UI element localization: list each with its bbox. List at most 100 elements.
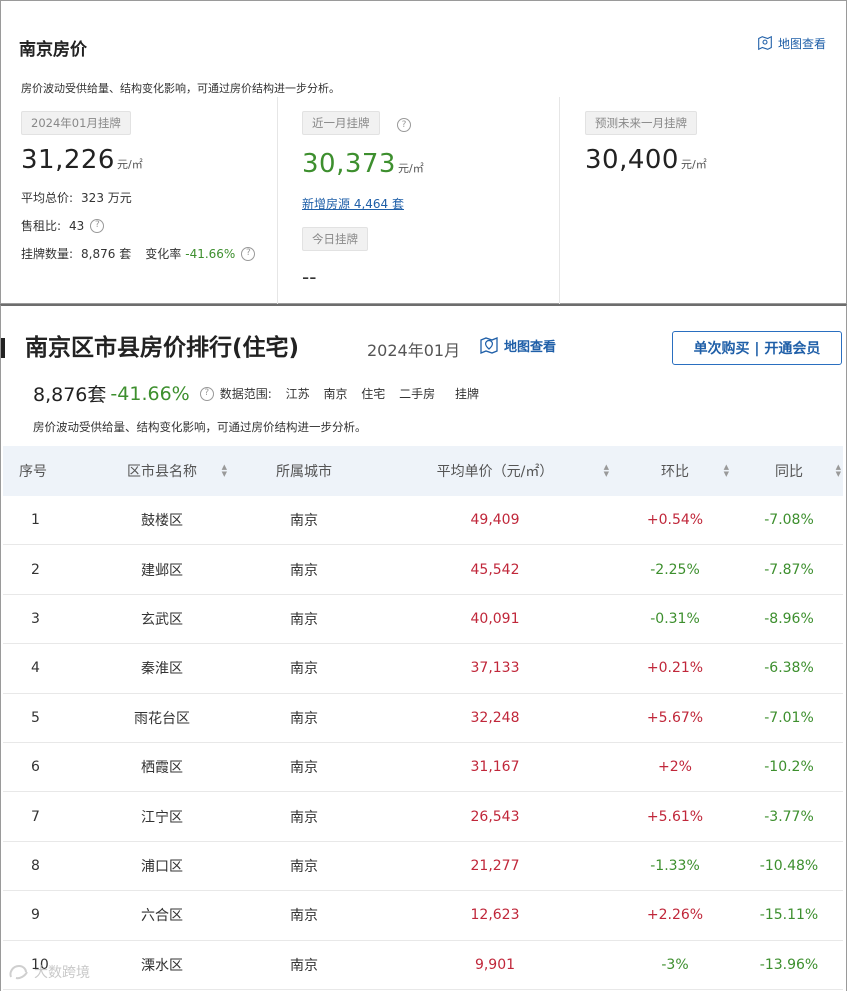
current-listing-column: 2024年01月挂牌 31,226 元/㎡ 平均总价: 323 万元 售租比: 4… bbox=[1, 97, 277, 304]
table-row[interactable]: 1 鼓楼区 南京 49,409 +0.54% -7.08% bbox=[3, 496, 843, 546]
row-district: 鼓楼区 bbox=[141, 513, 183, 530]
district-ranking-panel: 南京区市县房价排行(住宅) 2024年01月 地图查看 单次购买 | 开通会员 … bbox=[0, 304, 847, 991]
watermark: 大数跨境 bbox=[8, 962, 90, 982]
row-price: 32,248 bbox=[470, 709, 520, 726]
data-range-label: 数据范围: bbox=[219, 387, 272, 401]
row-price: 12,623 bbox=[470, 907, 520, 924]
header-yoy-label: 同比 bbox=[775, 464, 803, 480]
sort-icon[interactable]: ▲ ▼ bbox=[836, 464, 841, 478]
ranking-map-link[interactable]: 地图查看 bbox=[479, 335, 556, 355]
map-view-link[interactable]: 地图查看 bbox=[756, 34, 826, 52]
forecast-price-value: 30,400 bbox=[585, 145, 679, 175]
header-district[interactable]: 区市县名称 ▲ ▼ bbox=[91, 461, 233, 481]
sort-icon[interactable]: ▲ ▼ bbox=[724, 464, 729, 478]
change-label: 变化率 bbox=[145, 247, 182, 261]
header-price[interactable]: 平均单价（元/㎡） ▲ ▼ bbox=[375, 461, 615, 481]
table-row[interactable]: 8 浦口区 南京 21,277 -1.33% -10.48% bbox=[3, 842, 843, 892]
row-yoy: -7.01% bbox=[764, 709, 814, 726]
ranking-stats: 8,876套 -41.66% ? 数据范围: 江苏 南京 住宅 二手房 挂牌 bbox=[33, 380, 479, 407]
forecast-tag: 预测未来一月挂牌 bbox=[585, 111, 697, 135]
row-city: 南京 bbox=[290, 908, 318, 925]
header-mom-label: 环比 bbox=[661, 464, 689, 480]
row-price: 21,277 bbox=[470, 857, 520, 874]
total-count: 8,876套 bbox=[33, 384, 107, 406]
avg-total-label: 平均总价: bbox=[21, 191, 74, 205]
ranking-table: 序号 区市县名称 ▲ ▼ 所属城市 平均单价（元/㎡） ▲ ▼ 环比 ▲ ▼ 同比 ▲… bbox=[3, 446, 843, 990]
rent-ratio: 售租比: 43 ? bbox=[21, 217, 105, 234]
header-index: 序号 bbox=[19, 464, 47, 480]
map-view-label: 地图查看 bbox=[777, 36, 826, 51]
row-price: 31,167 bbox=[470, 759, 520, 776]
row-district: 雨花台区 bbox=[134, 710, 190, 727]
panel-title: 南京房价 bbox=[19, 40, 87, 60]
row-yoy: -10.48% bbox=[759, 857, 819, 874]
range-item: 住宅 bbox=[361, 387, 386, 401]
watermark-text: 大数跨境 bbox=[34, 965, 90, 981]
help-icon[interactable]: ? bbox=[241, 246, 256, 261]
price-unit: 元/㎡ bbox=[116, 158, 143, 171]
listing-label: 挂牌数量: bbox=[21, 247, 74, 261]
row-yoy: -7.87% bbox=[764, 561, 814, 578]
header-yoy[interactable]: 同比 ▲ ▼ bbox=[735, 461, 843, 481]
change-value: -41.66% bbox=[185, 246, 236, 261]
table-row[interactable]: 7 江宁区 南京 26,543 +5.61% -3.77% bbox=[3, 792, 843, 842]
panel-description: 房价波动受供给量、结构变化影响，可通过房价结构进一步分析。 bbox=[21, 82, 340, 95]
table-row[interactable]: 6 栖霞区 南京 31,167 +2% -10.2% bbox=[3, 743, 843, 793]
new-listings-link[interactable]: 新增房源 4,464 套 bbox=[302, 195, 404, 212]
table-row[interactable]: 10 溧水区 南京 9,901 -3% -13.96% bbox=[3, 941, 843, 990]
row-price: 49,409 bbox=[470, 512, 520, 529]
help-icon[interactable]: ? bbox=[397, 118, 411, 132]
buy-membership-button[interactable]: 单次购买 | 开通会员 bbox=[672, 331, 842, 365]
help-icon[interactable]: ? bbox=[90, 218, 105, 233]
row-price: 37,133 bbox=[470, 660, 520, 677]
sort-icon[interactable]: ▲ ▼ bbox=[222, 464, 227, 478]
ranking-description: 房价波动受供给量、结构变化影响，可通过房价结构进一步分析。 bbox=[33, 420, 367, 434]
row-yoy: -6.38% bbox=[764, 660, 814, 677]
row-city: 南京 bbox=[290, 760, 318, 777]
header-mom[interactable]: 环比 ▲ ▼ bbox=[615, 461, 735, 481]
today-listing-value: -- bbox=[302, 265, 317, 289]
row-city: 南京 bbox=[290, 611, 318, 628]
row-district: 溧水区 bbox=[141, 957, 183, 974]
row-district: 江宁区 bbox=[141, 809, 183, 826]
range-item: 二手房 bbox=[399, 387, 436, 401]
rent-ratio-value: 43 bbox=[69, 218, 85, 233]
avg-total-value: 323 万元 bbox=[81, 191, 132, 205]
row-yoy: -15.11% bbox=[759, 907, 819, 924]
map-pin-icon bbox=[758, 35, 772, 51]
row-city: 南京 bbox=[290, 858, 318, 875]
row-index: 6 bbox=[31, 759, 40, 776]
row-district: 玄武区 bbox=[141, 611, 183, 628]
row-mom: +5.67% bbox=[646, 709, 704, 726]
table-row[interactable]: 5 雨花台区 南京 32,248 +5.67% -7.01% bbox=[3, 694, 843, 743]
row-mom: -0.31% bbox=[650, 610, 700, 627]
recent-month-tag: 近一月挂牌 bbox=[302, 111, 380, 135]
watermark-logo-icon bbox=[9, 964, 28, 980]
sort-icon[interactable]: ▲ ▼ bbox=[604, 464, 609, 478]
table-row[interactable]: 2 建邺区 南京 45,542 -2.25% -7.87% bbox=[3, 545, 843, 595]
row-index: 1 bbox=[31, 512, 40, 529]
table-row[interactable]: 4 秦淮区 南京 37,133 +0.21% -6.38% bbox=[3, 644, 843, 694]
listing-count: 挂牌数量: 8,876 套 变化率 -41.66% ? bbox=[21, 245, 256, 262]
row-district: 建邺区 bbox=[141, 562, 183, 579]
row-mom: +2.26% bbox=[646, 907, 704, 924]
period-tag: 2024年01月挂牌 bbox=[21, 111, 131, 135]
data-range: 数据范围: 江苏 南京 住宅 二手房 挂牌 bbox=[220, 385, 479, 402]
row-yoy: -10.2% bbox=[764, 759, 814, 776]
row-mom: -2.25% bbox=[650, 561, 700, 578]
row-yoy: -8.96% bbox=[764, 610, 814, 627]
forecast-column: 预测未来一月挂牌 30,400 元/㎡ bbox=[559, 97, 846, 304]
row-city: 南京 bbox=[290, 562, 318, 579]
table-row[interactable]: 9 六合区 南京 12,623 +2.26% -15.11% bbox=[3, 891, 843, 941]
row-index: 3 bbox=[31, 610, 40, 627]
table-body: 1 鼓楼区 南京 49,409 +0.54% -7.08% 2 建邺区 南京 45,542 -2.2… bbox=[3, 496, 843, 990]
row-mom: +0.21% bbox=[646, 660, 704, 677]
row-index: 7 bbox=[31, 808, 40, 825]
listing-value: 8,876 套 bbox=[81, 247, 132, 261]
table-row[interactable]: 3 玄武区 南京 40,091 -0.31% -8.96% bbox=[3, 595, 843, 645]
help-icon[interactable]: ? bbox=[199, 386, 214, 401]
header-city: 所属城市 bbox=[276, 464, 332, 480]
row-index: 4 bbox=[31, 660, 40, 677]
row-district: 秦淮区 bbox=[141, 661, 183, 678]
row-mom: -3% bbox=[661, 956, 689, 973]
